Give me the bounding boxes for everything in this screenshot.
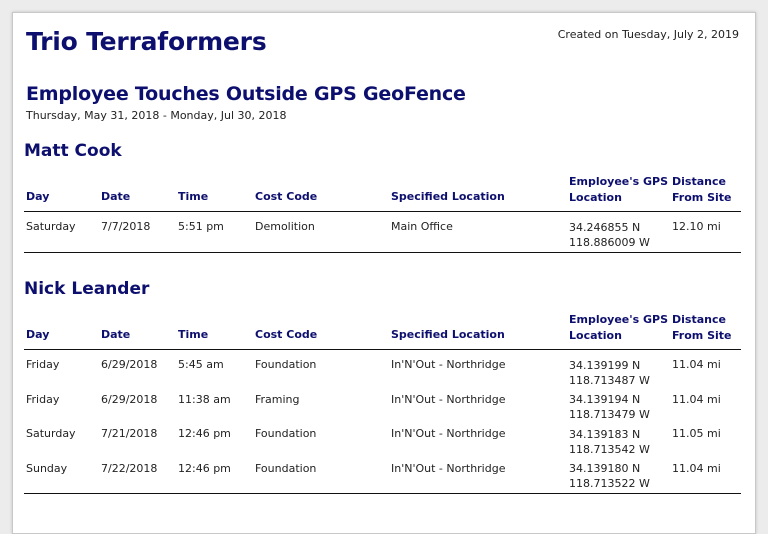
- cell-specified-location: In'N'Out - Northridge: [391, 358, 506, 371]
- section-end-rule: [24, 252, 741, 253]
- cell-specified-location: Main Office: [391, 220, 453, 233]
- company-name: Trio Terraformers: [26, 27, 267, 56]
- column-header-gps-location: Employee's GPS Location: [569, 313, 669, 342]
- cell-distance: 11.04 mi: [672, 393, 721, 406]
- cell-day: Friday: [26, 358, 60, 371]
- cell-date: 7/21/2018: [101, 427, 158, 440]
- column-header-distance: Distance From Site: [672, 313, 732, 342]
- column-header-day: Day: [26, 190, 50, 203]
- cell-day: Friday: [26, 393, 60, 406]
- employee-name: Matt Cook: [24, 141, 122, 161]
- cell-distance: 12.10 mi: [672, 220, 721, 233]
- created-date: Created on Tuesday, July 2, 2019: [557, 28, 739, 41]
- report-date-range: Thursday, May 31, 2018 - Monday, Jul 30,…: [26, 109, 287, 122]
- employee-name: Nick Leander: [24, 279, 150, 299]
- cell-cost-code: Foundation: [255, 462, 317, 475]
- cell-cost-code: Foundation: [255, 427, 317, 440]
- cell-specified-location: In'N'Out - Northridge: [391, 462, 506, 475]
- column-header-date: Date: [101, 190, 131, 203]
- column-header-date: Date: [101, 328, 131, 341]
- column-header-specified-location: Specified Location: [391, 328, 505, 341]
- report-title: Employee Touches Outside GPS GeoFence: [26, 83, 466, 105]
- cell-time: 5:51 pm: [178, 220, 224, 233]
- cell-cost-code: Demolition: [255, 220, 315, 233]
- column-header-day: Day: [26, 328, 50, 341]
- cell-distance: 11.05 mi: [672, 427, 721, 440]
- column-header-cost-code: Cost Code: [255, 328, 318, 341]
- cell-day: Saturday: [26, 220, 76, 233]
- column-header-time: Time: [178, 190, 209, 203]
- cell-gps-location: 34.139183 N 118.713542 W: [569, 428, 650, 456]
- cell-distance: 11.04 mi: [672, 462, 721, 475]
- cell-gps-location: 34.246855 N 118.886009 W: [569, 221, 650, 249]
- column-header-cost-code: Cost Code: [255, 190, 318, 203]
- cell-date: 7/22/2018: [101, 462, 158, 475]
- cell-date: 7/7/2018: [101, 220, 151, 233]
- cell-time: 12:46 pm: [178, 427, 231, 440]
- cell-cost-code: Foundation: [255, 358, 317, 371]
- column-header-time: Time: [178, 328, 209, 341]
- cell-date: 6/29/2018: [101, 393, 158, 406]
- section-end-rule: [24, 493, 741, 494]
- header-rule: [24, 211, 741, 212]
- cell-day: Sunday: [26, 462, 68, 475]
- cell-time: 11:38 am: [178, 393, 231, 406]
- column-header-gps-location: Employee's GPS Location: [569, 175, 669, 204]
- cell-gps-location: 34.139180 N 118.713522 W: [569, 462, 650, 490]
- cell-date: 6/29/2018: [101, 358, 158, 371]
- report-page: Trio Terraformers Created on Tuesday, Ju…: [12, 12, 756, 534]
- cell-day: Saturday: [26, 427, 76, 440]
- header-rule: [24, 349, 741, 350]
- cell-specified-location: In'N'Out - Northridge: [391, 427, 506, 440]
- column-header-specified-location: Specified Location: [391, 190, 505, 203]
- cell-distance: 11.04 mi: [672, 358, 721, 371]
- column-header-distance: Distance From Site: [672, 175, 732, 204]
- cell-gps-location: 34.139199 N 118.713487 W: [569, 359, 650, 387]
- cell-gps-location: 34.139194 N 118.713479 W: [569, 393, 650, 421]
- cell-specified-location: In'N'Out - Northridge: [391, 393, 506, 406]
- cell-time: 5:45 am: [178, 358, 224, 371]
- cell-time: 12:46 pm: [178, 462, 231, 475]
- cell-cost-code: Framing: [255, 393, 300, 406]
